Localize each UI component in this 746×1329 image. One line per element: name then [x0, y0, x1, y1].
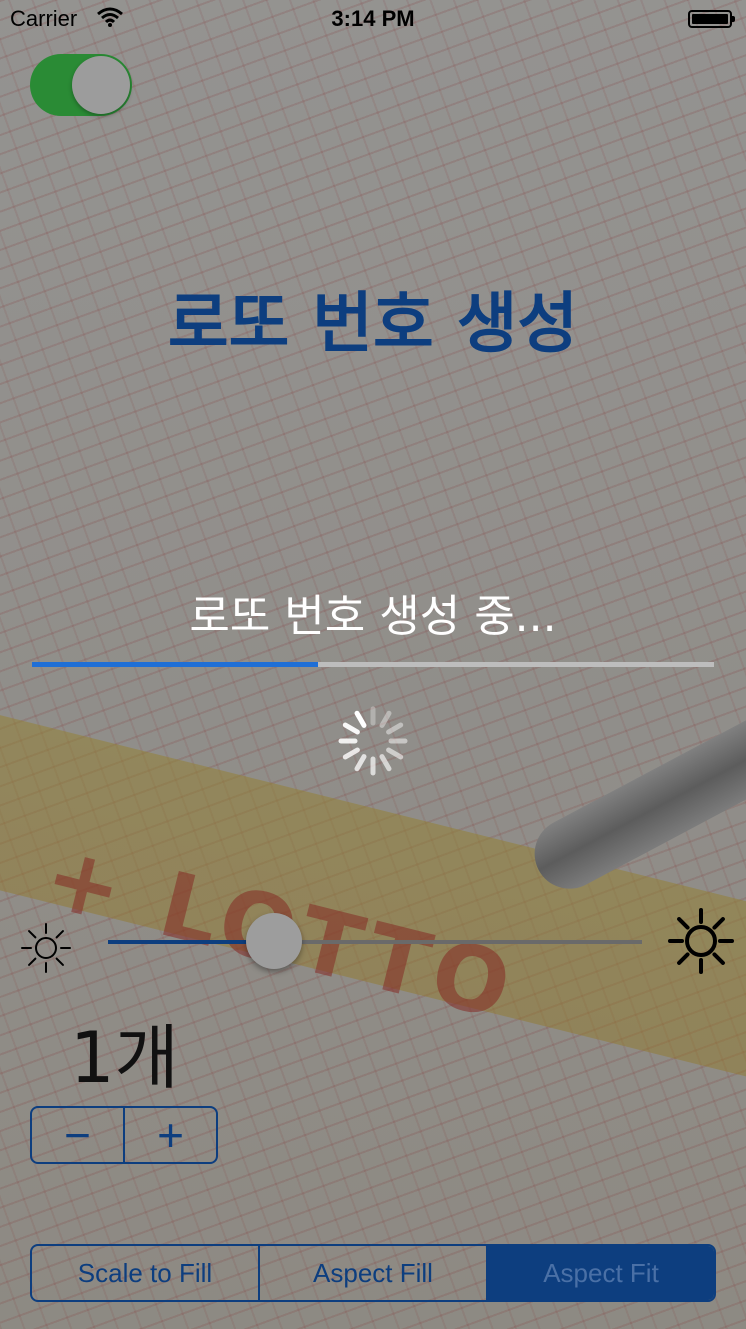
- slider-thumb[interactable]: [245, 913, 302, 969]
- status-time: 3:14 PM: [331, 6, 415, 31]
- battery-icon: [688, 10, 735, 28]
- progress-fill: [32, 662, 319, 667]
- sun-small-icon: [16, 918, 76, 978]
- content-mode-segmented-control[interactable]: Scale to Fill Aspect Fill Aspect Fit: [30, 1244, 716, 1302]
- page-title: 로또 번호 생성: [167, 285, 579, 362]
- segment-aspect-fill[interactable]: Aspect Fill: [258, 1246, 486, 1300]
- loading-label: 로또 번호 생성 중...: [189, 591, 557, 642]
- activity-spinner-icon: [337, 705, 409, 777]
- segment-aspect-fit[interactable]: Aspect Fit: [486, 1246, 714, 1300]
- toggle-knob[interactable]: [72, 56, 130, 114]
- sun-large-icon: [666, 906, 736, 976]
- progress-bar: [32, 662, 714, 667]
- segment-scale-to-fill[interactable]: Scale to Fill: [32, 1246, 258, 1300]
- status-bar: Carrier 3:14 PM: [0, 0, 746, 38]
- slider-track-max[interactable]: [273, 940, 642, 944]
- toggle-switch[interactable]: [30, 54, 132, 116]
- increment-button[interactable]: +: [123, 1108, 216, 1162]
- quantity-stepper[interactable]: − +: [30, 1106, 218, 1164]
- decrement-button[interactable]: −: [32, 1108, 123, 1162]
- count-label: 1개: [70, 1017, 179, 1099]
